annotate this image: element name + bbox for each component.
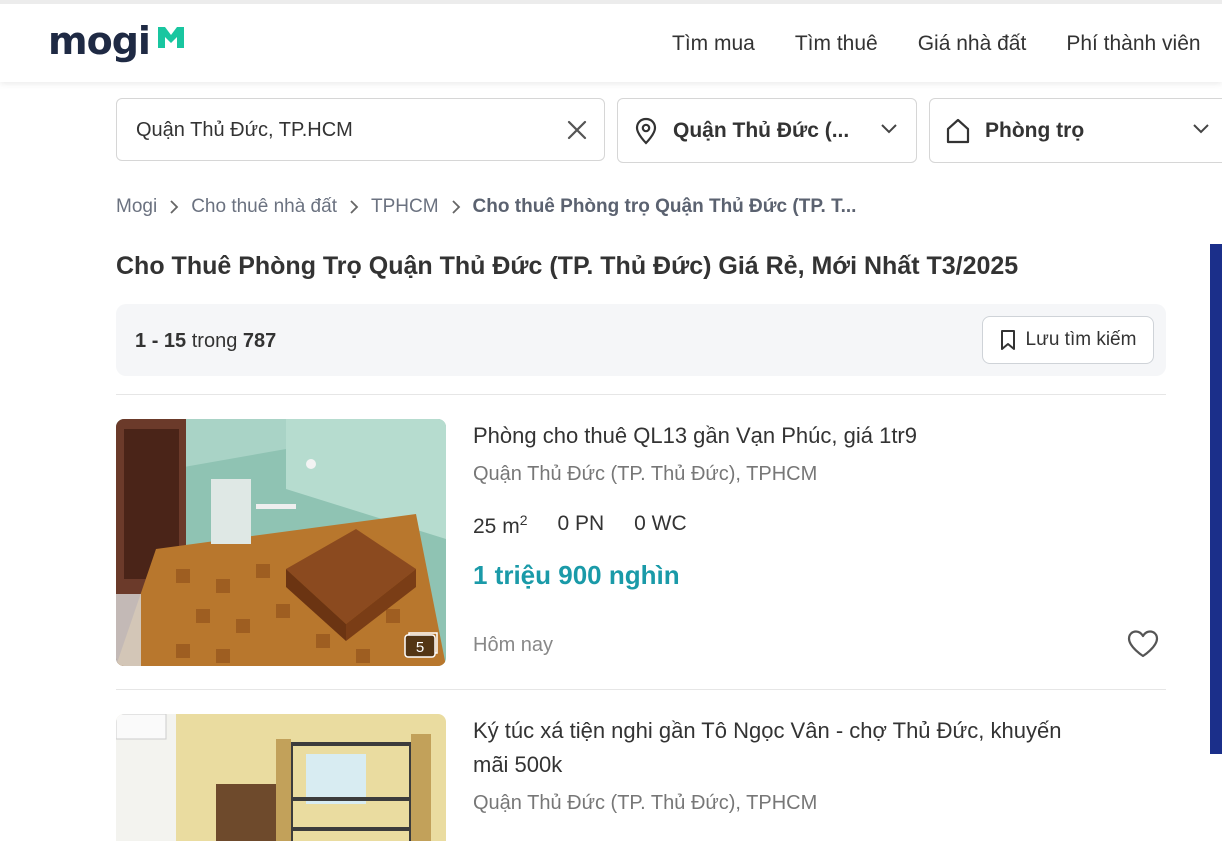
logo[interactable]: mogi (48, 19, 184, 63)
room-photo (116, 419, 446, 666)
listing-location: Quận Thủ Đức (TP. Thủ Đức), TPHCM (473, 792, 818, 814)
breadcrumb-home[interactable]: Mogi (116, 196, 157, 218)
listing-properties: 25 m2 0 PN 0 WC (473, 512, 687, 539)
result-summary-bar: 1 - 15 trong 787 Lưu tìm kiếm (116, 304, 1166, 376)
location-select-value: Quận Thủ Đức (... (673, 119, 850, 142)
chevron-down-icon (881, 124, 897, 134)
room-photo (116, 714, 446, 841)
page-title: Cho Thuê Phòng Trọ Quận Thủ Đức (TP. Thủ… (116, 252, 1019, 280)
chevron-right-icon (170, 200, 179, 214)
listing-area: 25 m2 (473, 512, 528, 538)
listing-bathrooms: 0 WC (634, 512, 687, 535)
main-nav: Tìm mua Tìm thuê Giá nhà đất Phí thành v… (672, 32, 1201, 56)
nav-membership-fee[interactable]: Phí thành viên (1066, 32, 1200, 56)
breadcrumb-rent[interactable]: Cho thuê nhà đất (191, 196, 337, 218)
breadcrumb: Mogi Cho thuê nhà đất TPHCM Cho thuê Phò… (116, 196, 856, 218)
save-search-button[interactable]: Lưu tìm kiếm (982, 316, 1154, 364)
chevron-down-icon (1193, 124, 1209, 134)
bookmark-icon (1000, 330, 1015, 350)
location-select[interactable]: Quận Thủ Đức (... (617, 98, 917, 163)
listing-title[interactable]: Ký túc xá tiện nghi gần Tô Ngọc Vân - ch… (473, 714, 1093, 782)
camera-icon: 5 (404, 632, 438, 658)
property-type-value: Phòng trọ (985, 119, 1085, 142)
heart-icon[interactable] (1126, 629, 1160, 659)
chevron-right-icon (350, 200, 359, 214)
logo-text: mogi (48, 19, 151, 63)
nav-buy[interactable]: Tìm mua (672, 32, 755, 56)
chevron-right-icon (451, 200, 460, 214)
listing-title[interactable]: Phòng cho thuê QL13 gần Vạn Phúc, giá 1t… (473, 419, 1123, 453)
location-pin-icon (635, 117, 657, 145)
search-input[interactable]: Quận Thủ Đức, TP.HCM (116, 98, 605, 161)
site-header: mogi Tìm mua Tìm thuê Giá nhà đất Phí th… (0, 0, 1222, 82)
listing-price: 1 triệu 900 nghìn (473, 560, 680, 590)
listing-location: Quận Thủ Đức (TP. Thủ Đức), TPHCM (473, 463, 818, 485)
divider (116, 394, 1166, 395)
breadcrumb-city[interactable]: TPHCM (371, 196, 439, 218)
breadcrumb-current: Cho thuê Phòng trọ Quận Thủ Đức (TP. T..… (472, 196, 857, 217)
divider (116, 689, 1166, 690)
listing-bedrooms: 0 PN (557, 512, 605, 535)
sidebar-banner[interactable] (1210, 244, 1222, 754)
close-icon[interactable] (566, 119, 588, 141)
listing-posted-date: Hôm nay (473, 634, 554, 656)
save-search-label: Lưu tìm kiếm (1025, 329, 1137, 350)
result-count: 1 - 15 trong 787 (135, 330, 277, 352)
logo-mark-icon (158, 27, 184, 48)
property-type-select[interactable]: Phòng trọ (929, 98, 1222, 163)
listing-image[interactable] (116, 714, 446, 841)
search-input-value: Quận Thủ Đức, TP.HCM (136, 119, 353, 141)
nav-land-price[interactable]: Giá nhà đất (918, 32, 1027, 56)
nav-rent[interactable]: Tìm thuê (795, 32, 878, 56)
home-icon (946, 118, 970, 144)
listing-image[interactable]: 5 (116, 419, 446, 666)
photo-count: 5 (416, 639, 424, 656)
